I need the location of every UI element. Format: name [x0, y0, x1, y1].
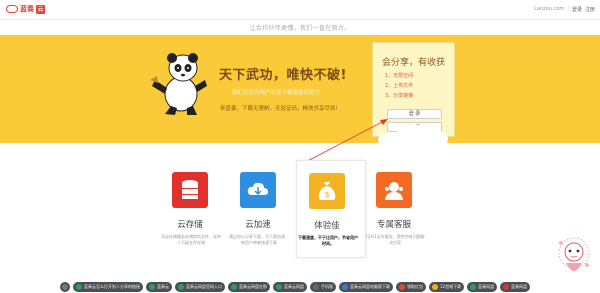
divider: |	[567, 6, 569, 12]
taskbar-tab[interactable]: 蓝奏云网盘在那	[228, 281, 270, 292]
taskbar-tab-label: 蓝奏云网盘在那	[239, 283, 267, 289]
database-icon	[172, 172, 208, 208]
taskbar-tab-label: 蓝奏云	[157, 283, 169, 289]
login-link[interactable]: 登录	[572, 6, 582, 13]
taskbar-tab-label: 领取红包	[407, 283, 423, 289]
feature-title: 体验佳	[314, 221, 340, 231]
taskbar-tab[interactable]: 蓝奏网盘	[467, 281, 498, 292]
search-icon	[62, 283, 68, 290]
app-icon	[503, 283, 510, 290]
feature-title: 云加速	[245, 220, 271, 230]
app-icon	[178, 283, 184, 290]
hero-subline: 我们正在为用户加速下载速度而努力	[232, 90, 321, 96]
app-icon	[276, 283, 282, 290]
share-benefits-list: 1、无限空间 2、上传文件 3、分享链接	[385, 71, 413, 101]
mascot-decoration-icon	[558, 237, 590, 271]
taskbar-tab[interactable]: 领取红包	[396, 281, 426, 292]
taskbar-tab[interactable]: 手机版	[310, 281, 336, 292]
feature-description: 12对1全年服务，提供你有问题解决方案	[365, 234, 425, 245]
feature-title: 专属客服	[376, 220, 411, 230]
share-panel: 会分享，有收获 1、无限空间 2、上传文件 3、分享链接 登 录 注 册	[372, 42, 455, 137]
top-links: Lanzou.com | 登录 注册	[534, 6, 595, 13]
taskbar-tab-label: 蓝奏网盘	[511, 283, 528, 289]
cloud-decoration	[422, 130, 448, 148]
app-icon	[231, 283, 237, 290]
feature-description: 用云存储服务存储你的文件，支持十万级文件存储	[161, 234, 221, 245]
feature-experience[interactable]: $ 体验佳 下载速度，不于比用户，节省用户时间。	[296, 160, 366, 258]
hero-description: 来蓝奏，下载无限制，无验证码，畅快共享尽欢!	[220, 106, 338, 112]
taskbar-tab-label: 蓝奏云怎么打开别人分享的链接	[84, 283, 140, 289]
money-bag-icon: $	[309, 173, 345, 209]
taskbar-tab-label: 蓝奏网盘	[478, 283, 495, 289]
taskbar-tab[interactable]: 蓝奏云	[146, 281, 172, 292]
list-item: 3、分享链接	[385, 93, 414, 99]
feature-cloud-acceleration[interactable]: 云加速 满足你以分享下载，为下载加速，给用户带来快速下载	[228, 160, 298, 258]
taskbar-search[interactable]	[60, 281, 70, 292]
register-link[interactable]: 注册	[585, 6, 595, 13]
cloud-download-icon	[240, 172, 276, 208]
taskbar-tab[interactable]: 蓝奏云网盘官网入口	[175, 281, 225, 292]
taskbar-tab-label: 手机版	[321, 283, 333, 289]
share-title: 会分享，有收获	[381, 58, 445, 68]
taskbar-tab[interactable]: 蓝奏云网盘	[273, 281, 307, 292]
taskbar-tab[interactable]: 12宫格下载	[429, 281, 465, 292]
feature-description: 满足你以分享下载，为下载加速，给用户带来快速下载	[229, 234, 289, 245]
hero-headline: 天下武功，唯快不破!	[219, 68, 347, 83]
taskbar-tab-label: 蓝奏云网盘	[284, 283, 304, 289]
app-icon	[313, 283, 319, 290]
feature-cloud-storage[interactable]: 云存储 用云存储服务存储你的文件，支持十万级文件存储	[160, 160, 230, 258]
list-item: 2、上传文件	[385, 83, 414, 89]
app-icon	[76, 283, 82, 290]
feature-customer-service[interactable]: 专属客服 12对1全年服务，提供你有问题解决方案	[364, 160, 434, 258]
top-bar: 蓝奏 云 Lanzou.com | 登录 注册	[0, 0, 600, 20]
tagline: 让合作伙伴更懂，我们一直在努力。	[249, 25, 351, 32]
app-icon	[399, 283, 405, 290]
site-logo[interactable]: 蓝奏 云	[6, 4, 45, 14]
taskbar-tab[interactable]: 蓝奏云怎么打开别人分享的链接	[73, 281, 143, 292]
login-button[interactable]: 登 录	[387, 109, 442, 119]
taskbar-tab-label: 蓝奏云网盘官网入口	[186, 283, 222, 289]
logo-badge: 云	[36, 4, 45, 14]
panda-mascot-icon	[150, 53, 207, 115]
svg-text:$: $	[324, 190, 329, 199]
customer-service-icon	[376, 172, 412, 208]
list-item: 1、无限空间	[385, 73, 414, 79]
taskbar-tab[interactable]: 蓝奏云网盘电脑版下载	[339, 281, 393, 292]
taskbar-tab-label: 12宫格下载	[440, 283, 462, 289]
app-icon	[149, 283, 155, 290]
feature-title: 云存储	[177, 220, 203, 230]
taskbar-tab-label: 蓝奏云网盘电脑版下载	[350, 283, 390, 289]
app-icon	[470, 283, 477, 290]
feature-description: 下载速度，不于比用户，节省用户时间。	[298, 235, 358, 246]
app-icon	[342, 283, 348, 290]
domain-text: Lanzou.com	[534, 6, 565, 12]
logo-text: 蓝奏	[20, 5, 34, 13]
app-icon	[432, 283, 438, 290]
taskbar-tab[interactable]: 蓝奏网盘	[500, 281, 531, 292]
cloud-logo-icon	[6, 5, 18, 13]
page: 蓝奏 云 Lanzou.com | 登录 注册 让合作伙伴更懂，我们一直在努力。…	[0, 0, 600, 293]
bottom-taskbar: 蓝奏云怎么打开别人分享的链接 蓝奏云 蓝奏云网盘官网入口 蓝奏云网盘在那 蓝奏云…	[60, 281, 540, 292]
